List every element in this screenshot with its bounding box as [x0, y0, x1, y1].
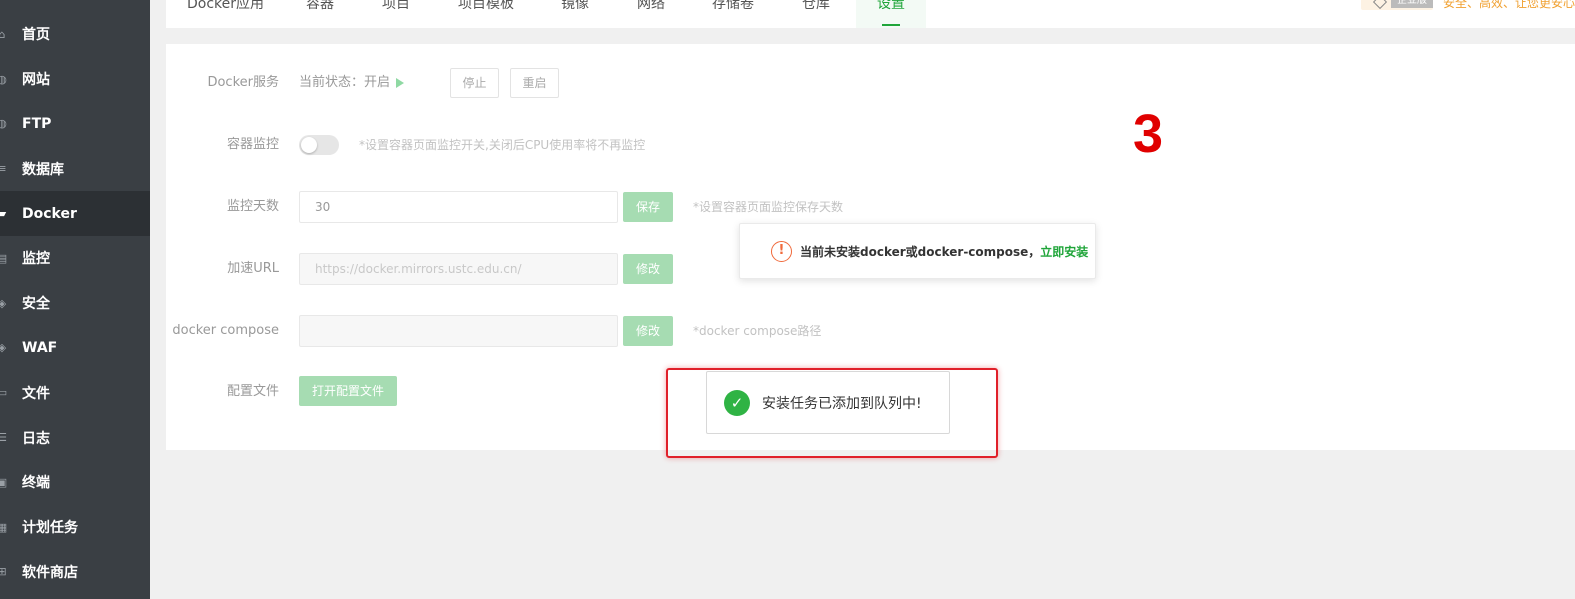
ftp-globe-icon: ◍ [0, 117, 7, 131]
sidebar-item-label: 计划任务 [22, 520, 78, 537]
sidebar-item-label: 日志 [22, 430, 50, 447]
open-config-button[interactable]: 打开配置文件 [299, 376, 397, 406]
sidebar-item-label: 数据库 [22, 161, 64, 178]
config-file-label: 配置文件 [226, 384, 279, 399]
terminal-icon: ▣ [0, 475, 8, 489]
tab-project-templates[interactable]: 项目模板 [458, 0, 514, 28]
sidebar-item-label: 终端 [22, 475, 50, 492]
toast-message: 安装任务已添加到队列中! [762, 395, 922, 412]
docker-not-installed-alert: ! 当前未安装docker或docker-compose， 立即安装 [739, 223, 1096, 279]
sidebar-item-security[interactable]: ◈ 安全 [0, 281, 150, 326]
globe-icon: ◍ [0, 72, 7, 86]
sidebar-nav: ⌂ 首页 ◍ 网站 ◍ FTP ≡ 数据库 ▰ Docker ▤ 监控 ◈ 安全… [0, 12, 150, 594]
monitor-days-row: 监控天数 30 保存 *设置容器页面监控保存天数 [166, 191, 1166, 223]
sidebar-item-home[interactable]: ⌂ 首页 [0, 12, 150, 57]
modify-mirror-button[interactable]: 修改 [623, 254, 673, 284]
docker-service-row: Docker服务 当前状态：开启 停止 重启 [166, 67, 1166, 99]
sidebar-item-label: FTP [22, 115, 52, 132]
folder-icon: ▭ [0, 386, 8, 400]
waf-shield-icon: ◈ [0, 341, 7, 355]
service-status: 当前状态：开启 [299, 67, 405, 99]
sidebar-item-ftp[interactable]: ◍ FTP [0, 102, 150, 147]
compose-path-label: docker compose [172, 323, 279, 338]
sidebar: ⌂ 首页 ◍ 网站 ◍ FTP ≡ 数据库 ▰ Docker ▤ 监控 ◈ 安全… [0, 0, 150, 599]
sidebar-item-label: Docker [22, 205, 77, 222]
tab-settings[interactable]: 设置 [856, 0, 926, 28]
annotation-step-number: 3 [1133, 104, 1164, 164]
sidebar-item-app-store[interactable]: ⊞ 软件商店 [0, 550, 150, 595]
warning-text: 当前未安装docker或docker-compose， [800, 244, 1041, 259]
monitor-days-label: 监控天数 [226, 199, 279, 214]
database-icon: ≡ [0, 162, 7, 176]
check-circle-icon: ✓ [724, 389, 750, 416]
mirror-url-label: 加速URL [227, 261, 279, 276]
sidebar-item-cron[interactable]: ▦ 计划任务 [0, 505, 150, 550]
warning-icon: ! [771, 240, 792, 262]
tab-docker-apps[interactable]: Docker应用 [187, 0, 264, 28]
monitor-chart-icon: ▤ [0, 251, 8, 265]
compose-path-hint: *docker compose路径 [693, 324, 822, 338]
sidebar-item-label: 文件 [22, 385, 50, 402]
sidebar-item-label: 监控 [22, 251, 50, 268]
tab-projects[interactable]: 项目 [382, 0, 410, 28]
restart-button[interactable]: 重启 [510, 68, 559, 98]
enterprise-logo: 企业版 [1360, 0, 1433, 10]
sidebar-item-label: 软件商店 [22, 564, 78, 581]
container-monitor-toggle[interactable] [299, 135, 339, 155]
toggle-knob [301, 137, 317, 153]
sidebar-item-label: WAF [22, 339, 58, 356]
install-now-link[interactable]: 立即安装 [1040, 243, 1088, 260]
calendar-icon: ▦ [0, 520, 8, 534]
container-monitor-label: 容器监控 [226, 137, 279, 152]
monitor-days-hint: *设置容器页面监控保存天数 [693, 200, 844, 214]
tab-containers[interactable]: 容器 [306, 0, 334, 28]
diamond-icon [1372, 0, 1388, 10]
monitor-days-input[interactable]: 30 [299, 191, 618, 223]
sidebar-item-docker[interactable]: ▰ Docker [0, 191, 150, 236]
mirror-url-input[interactable]: https://docker.mirrors.ustc.edu.cn/ [299, 253, 618, 285]
sidebar-item-files[interactable]: ▭ 文件 [0, 370, 150, 415]
compose-path-row: docker compose 修改 *docker compose路径 [166, 315, 1166, 347]
container-monitor-row: 容器监控 *设置容器页面监控开关,关闭后CPU使用率将不再监控 [166, 129, 1166, 161]
tab-images[interactable]: 镜像 [561, 0, 589, 28]
install-queued-toast: ✓ 安装任务已添加到队列中! [706, 371, 950, 434]
sidebar-item-logs[interactable]: ☰ 日志 [0, 415, 150, 460]
save-button[interactable]: 保存 [623, 192, 673, 222]
sidebar-item-website[interactable]: ◍ 网站 [0, 57, 150, 102]
tab-registry[interactable]: 仓库 [802, 0, 830, 28]
apps-grid-icon: ⊞ [0, 565, 7, 579]
container-monitor-hint: *设置容器页面监控开关,关闭后CPU使用率将不再监控 [359, 138, 646, 152]
docker-tab-bar: Docker应用 容器 项目 项目模板 镜像 网络 存储卷 仓库 设置 企业版 … [166, 0, 1575, 28]
log-icon: ☰ [0, 431, 7, 445]
home-icon: ⌂ [0, 27, 6, 41]
sidebar-item-terminal[interactable]: ▣ 终端 [0, 460, 150, 505]
enterprise-slogan: 安全、高效、让您更安心 [1442, 0, 1575, 10]
stop-button[interactable]: 停止 [450, 68, 499, 98]
tab-volumes[interactable]: 存储卷 [712, 0, 754, 28]
enterprise-badge[interactable]: 企业版 安全、高效、让您更安心 [1360, 0, 1575, 10]
docker-icon: ▰ [0, 207, 7, 221]
tab-networks[interactable]: 网络 [637, 0, 665, 28]
sidebar-item-label: 网站 [22, 72, 50, 89]
sidebar-item-database[interactable]: ≡ 数据库 [0, 146, 150, 191]
sidebar-item-waf[interactable]: ◈ WAF [0, 326, 150, 371]
shield-icon: ◈ [0, 296, 7, 310]
enterprise-label: 企业版 [1390, 0, 1433, 8]
active-tab-underline [882, 24, 900, 26]
modify-compose-button[interactable]: 修改 [623, 316, 673, 346]
sidebar-item-monitor[interactable]: ▤ 监控 [0, 236, 150, 281]
compose-path-input[interactable] [299, 315, 618, 347]
sidebar-item-label: 安全 [22, 296, 50, 313]
sidebar-item-label: 首页 [22, 27, 50, 44]
docker-service-label: Docker服务 [207, 75, 279, 90]
play-icon [396, 77, 405, 88]
